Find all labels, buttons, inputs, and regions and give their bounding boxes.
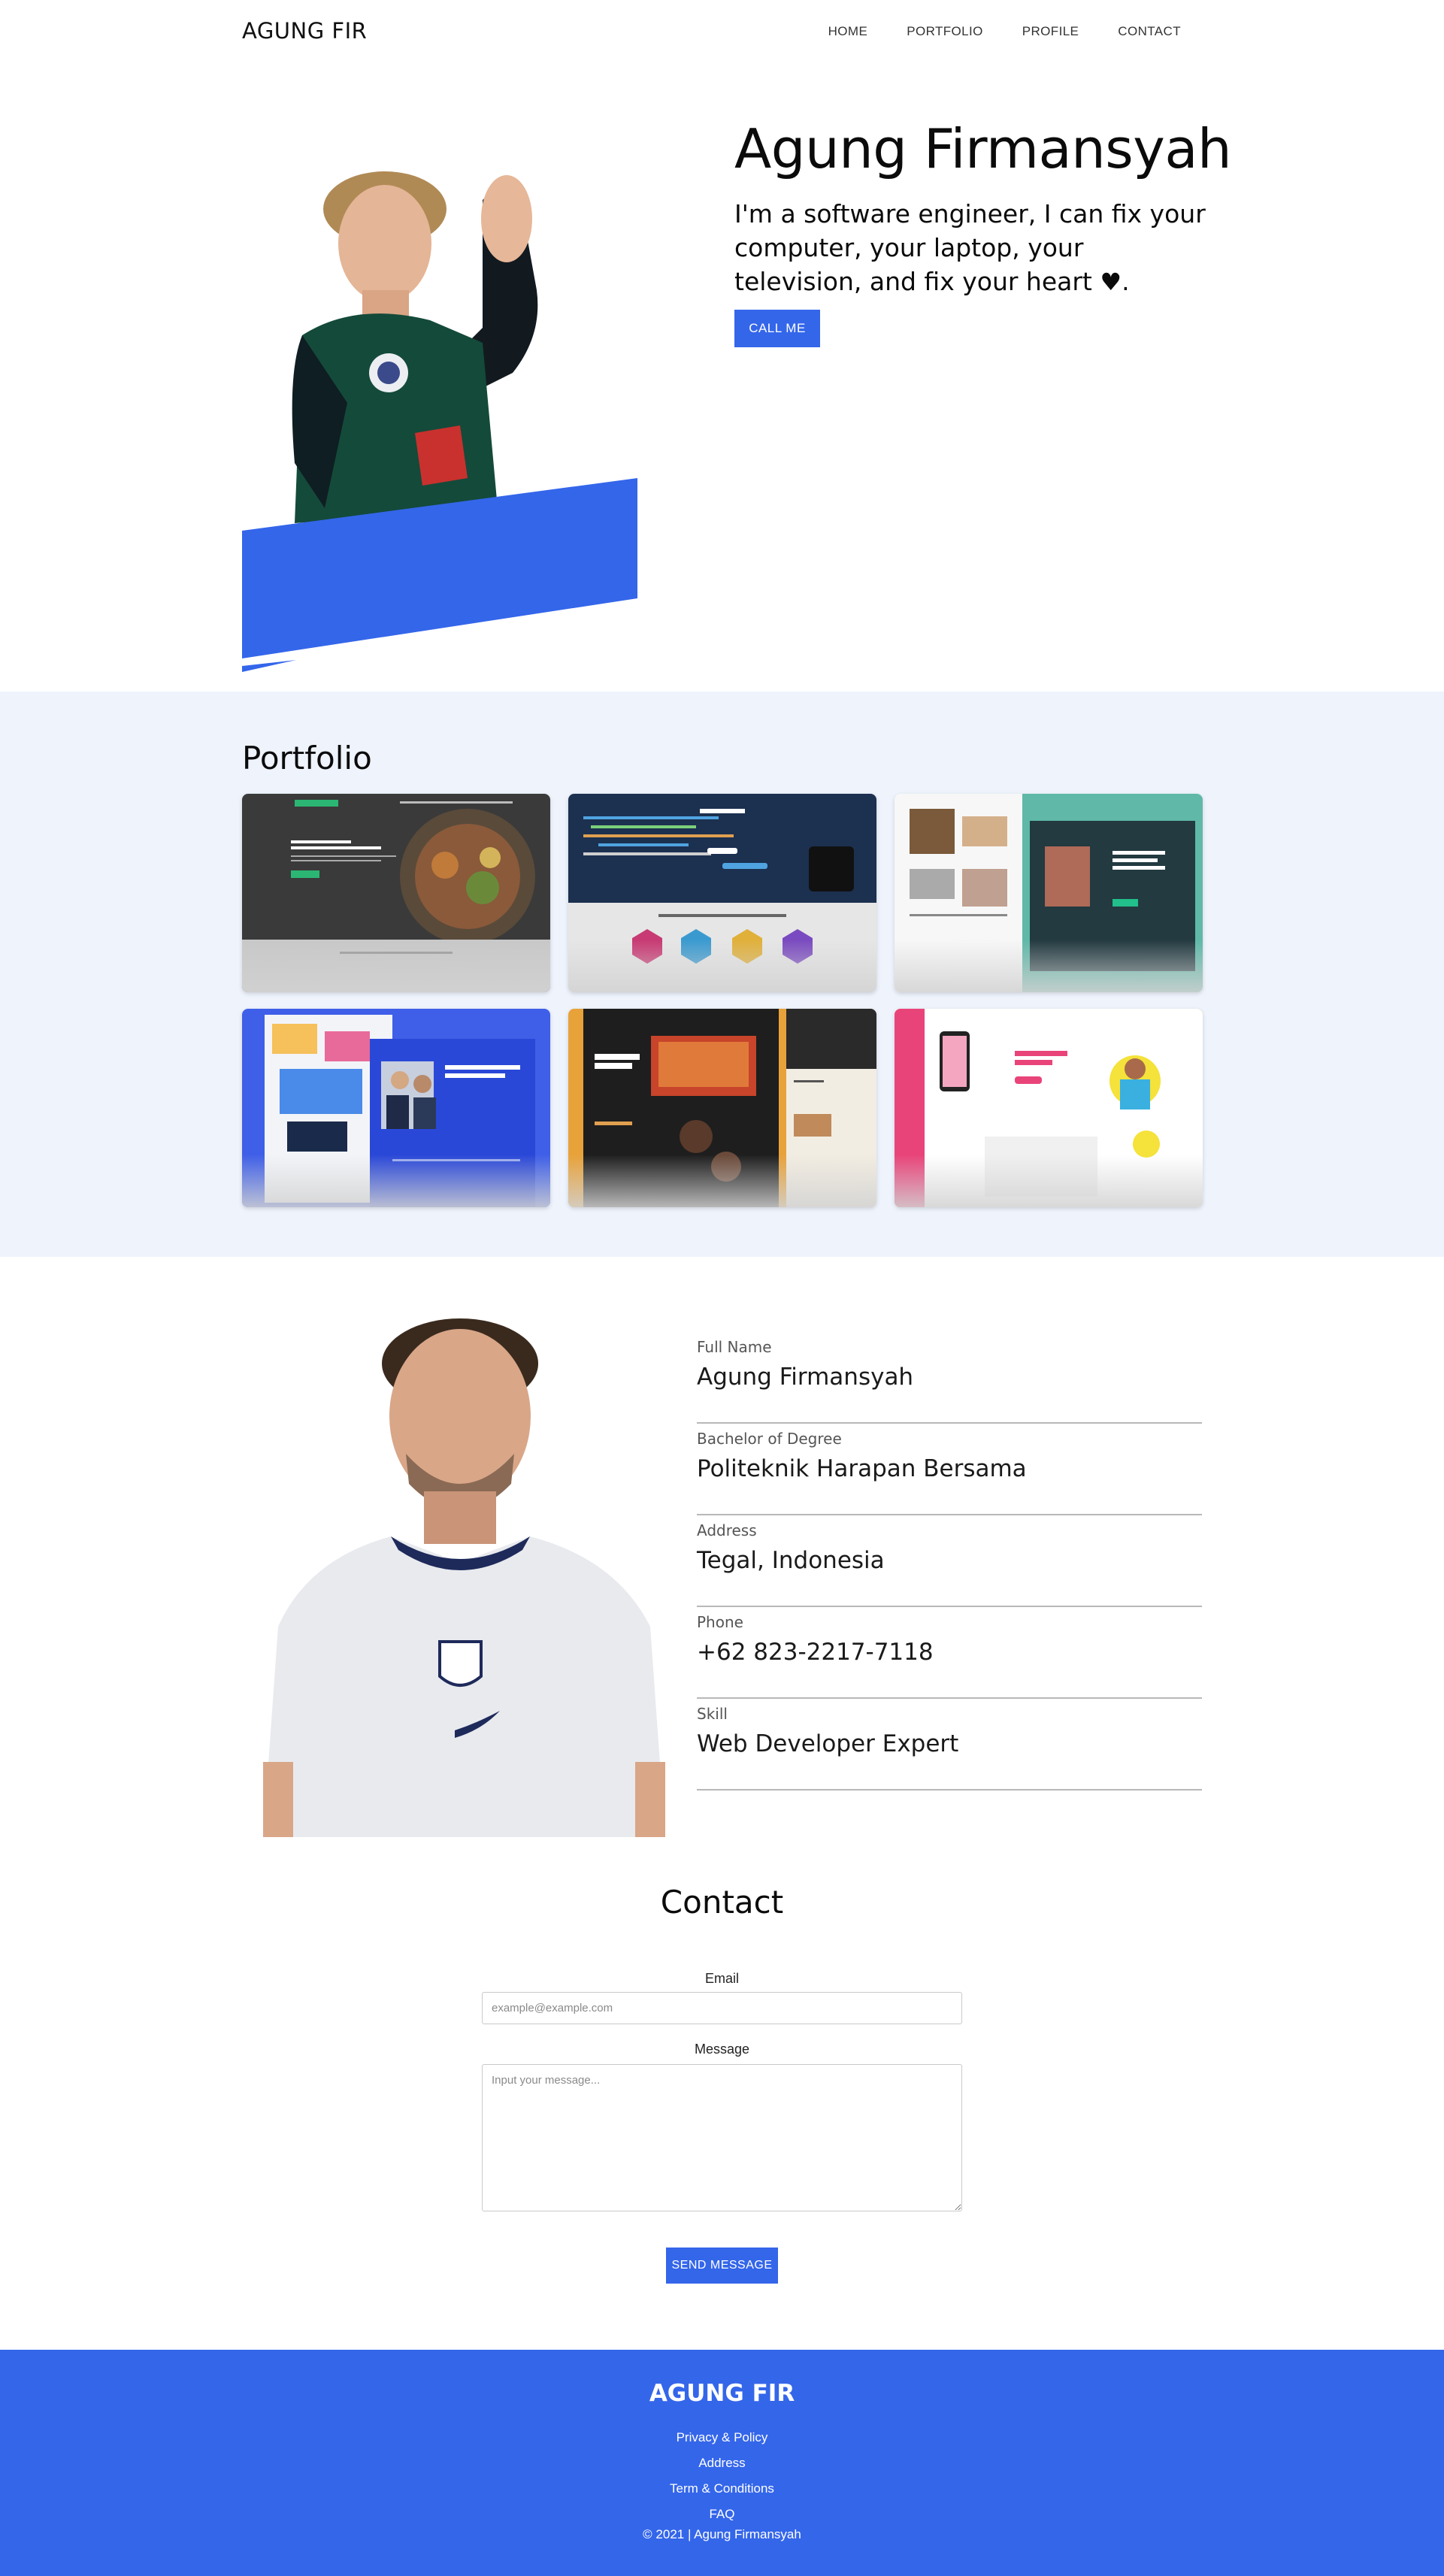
email-field[interactable] xyxy=(482,1992,962,2024)
site-footer: AGUNG FIR Privacy & Policy Address Term … xyxy=(0,2350,1444,2576)
portfolio-card[interactable] xyxy=(568,794,876,992)
contact-title: Contact xyxy=(660,1884,784,1921)
profile-portrait-image xyxy=(263,1318,665,1837)
nav-link-home[interactable]: HOME xyxy=(828,24,868,39)
send-message-button[interactable]: SEND MESSAGE xyxy=(666,2248,778,2284)
field-label: Bachelor of Degree xyxy=(697,1430,842,1448)
call-me-button[interactable]: CALL ME xyxy=(734,310,820,347)
profile-field-full-name: Full Name Agung Firmansyah xyxy=(697,1332,1202,1424)
card-fade-overlay xyxy=(242,1155,550,1207)
profile-field-degree: Bachelor of Degree Politeknik Harapan Be… xyxy=(697,1424,1202,1515)
heart-icon: ♥ xyxy=(1100,268,1122,296)
footer-link-terms[interactable]: Term & Conditions xyxy=(0,2476,1444,2502)
message-label: Message xyxy=(694,2042,750,2057)
card-fade-overlay xyxy=(895,940,1203,992)
nav-link-portfolio[interactable]: PORTFOLIO xyxy=(907,24,983,39)
field-value: Tegal, Indonesia xyxy=(697,1547,885,1574)
nav-link-contact[interactable]: CONTACT xyxy=(1118,24,1181,39)
portfolio-title: Portfolio xyxy=(242,740,372,776)
nav-links: HOME PORTFOLIO PROFILE CONTACT xyxy=(828,24,1181,39)
footer-link-privacy[interactable]: Privacy & Policy xyxy=(0,2425,1444,2450)
footer-link-address[interactable]: Address xyxy=(0,2450,1444,2476)
footer-brand: AGUNG FIR xyxy=(649,2380,795,2407)
hero-title: Agung Firmansyah xyxy=(734,117,1232,180)
field-value: +62 823-2217-7118 xyxy=(697,1639,934,1666)
footer-links: Privacy & Policy Address Term & Conditio… xyxy=(0,2425,1444,2527)
field-value: Politeknik Harapan Bersama xyxy=(697,1455,1027,1482)
top-navbar: AGUNG FIR HOME PORTFOLIO PROFILE CONTACT xyxy=(0,0,1444,65)
portfolio-card[interactable] xyxy=(568,1009,876,1207)
email-label: Email xyxy=(704,1971,739,1986)
field-label: Address xyxy=(697,1521,757,1539)
portfolio-grid xyxy=(242,794,1203,1207)
profile-section: Full Name Agung Firmansyah Bachelor of D… xyxy=(0,1257,1444,1837)
field-label: Skill xyxy=(697,1705,728,1723)
hero-portrait-image xyxy=(242,171,637,672)
field-label: Phone xyxy=(697,1613,743,1631)
portfolio-card[interactable] xyxy=(242,794,550,992)
site-brand[interactable]: AGUNG FIR xyxy=(242,18,367,44)
profile-details: Full Name Agung Firmansyah Bachelor of D… xyxy=(697,1332,1202,1790)
portfolio-section: Portfolio xyxy=(0,692,1444,1257)
profile-field-phone: Phone +62 823-2217-7118 xyxy=(697,1607,1202,1699)
nav-link-profile[interactable]: PROFILE xyxy=(1022,24,1079,39)
portfolio-card[interactable] xyxy=(242,1009,550,1207)
portfolio-card[interactable] xyxy=(895,794,1203,992)
card-fade-overlay xyxy=(895,1155,1203,1207)
card-fade-overlay xyxy=(242,940,550,992)
portfolio-card[interactable] xyxy=(895,1009,1203,1207)
contact-section: Contact Email Message SEND MESSAGE xyxy=(0,1836,1444,2350)
hero-section: Agung Firmansyah I'm a software engineer… xyxy=(0,65,1444,692)
footer-link-faq[interactable]: FAQ xyxy=(0,2502,1444,2527)
hero-subtitle: I'm a software engineer, I can fix your … xyxy=(734,199,1206,296)
field-value: Web Developer Expert xyxy=(697,1730,959,1757)
field-label: Full Name xyxy=(697,1338,772,1356)
field-value: Agung Firmansyah xyxy=(697,1364,914,1391)
profile-field-address: Address Tegal, Indonesia xyxy=(697,1515,1202,1607)
card-fade-overlay xyxy=(568,1155,876,1207)
copyright-text: © 2021 | Agung Firmansyah xyxy=(643,2527,801,2541)
card-fade-overlay xyxy=(568,940,876,992)
hero-subtitle-text: I'm a software engineer, I can fix your … xyxy=(734,199,1206,296)
profile-field-skill: Skill Web Developer Expert xyxy=(697,1699,1202,1790)
message-field[interactable] xyxy=(482,2064,962,2211)
